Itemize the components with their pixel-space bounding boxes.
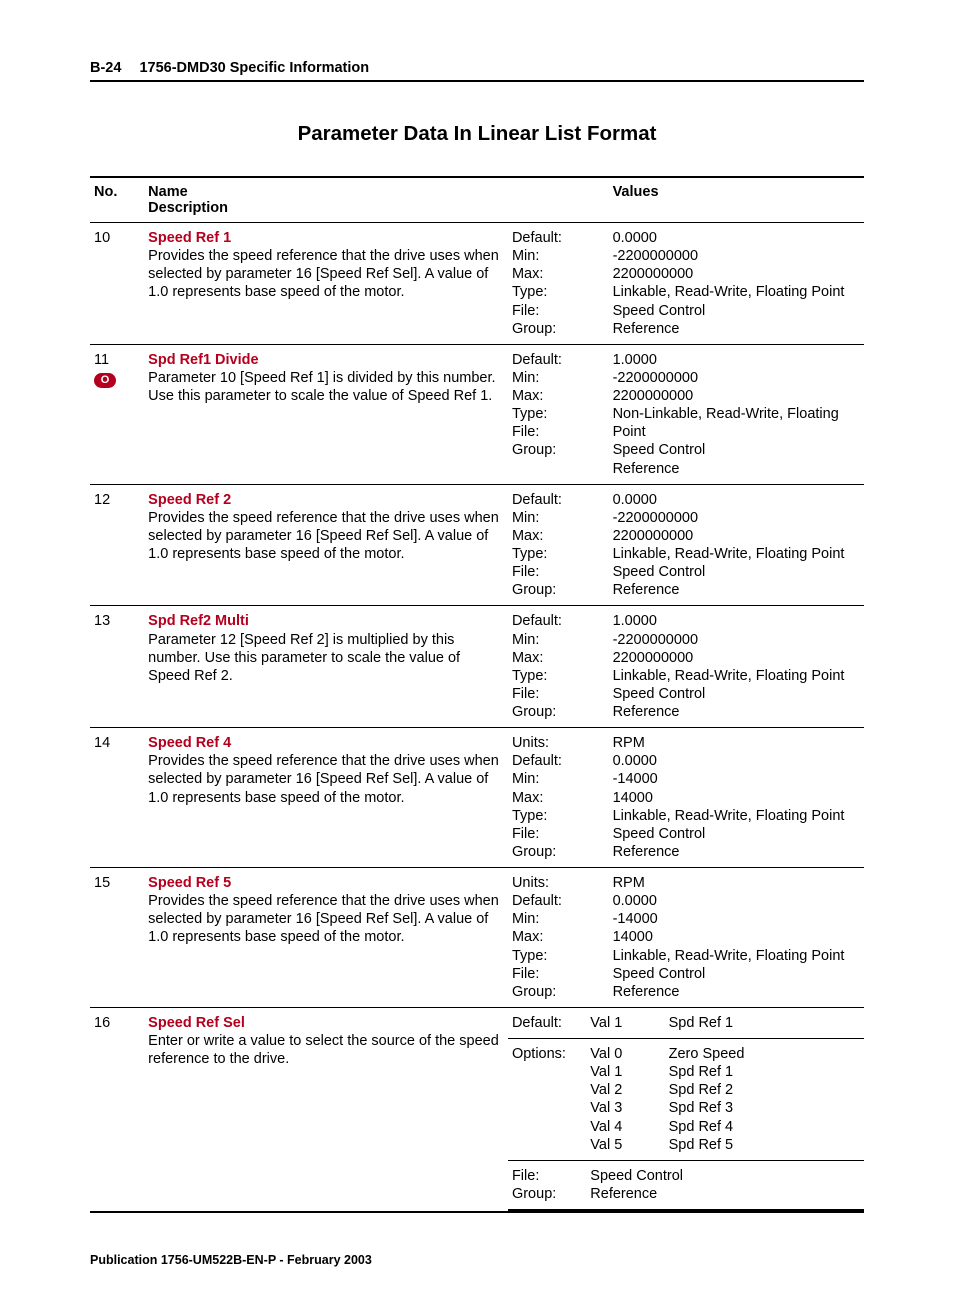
cell-no: 12 — [90, 484, 144, 606]
options-key: Options: — [508, 1039, 586, 1161]
cell-keys: Default:Min:Max:Type:File:Group: — [508, 223, 609, 345]
cell-desc: Speed Ref SelEnter or write a value to s… — [144, 1007, 508, 1212]
param-desc: Parameter 12 [Speed Ref 2] is multiplied… — [148, 631, 502, 685]
table-row: 12Speed Ref 2Provides the speed referenc… — [90, 484, 864, 606]
cell-desc: Speed Ref 5Provides the speed reference … — [144, 868, 508, 1008]
param-desc: Provides the speed reference that the dr… — [148, 752, 502, 806]
param-name: Speed Ref 5 — [148, 874, 502, 892]
param-desc: Provides the speed reference that the dr… — [148, 509, 502, 563]
footer: Publication 1756-UM522B-EN-P - February … — [90, 1253, 864, 1267]
options-val2: Zero SpeedSpd Ref 1Spd Ref 2Spd Ref 3Spd… — [665, 1039, 864, 1161]
cell-desc: Speed Ref 2Provides the speed reference … — [144, 484, 508, 606]
parameter-table: No. Name Description Values 10Speed Ref … — [90, 176, 864, 1213]
col-no: No. — [90, 177, 144, 223]
param-name: Speed Ref 4 — [148, 734, 502, 752]
table-row: 16Speed Ref SelEnter or write a value to… — [90, 1007, 864, 1212]
param-name: Spd Ref1 Divide — [148, 351, 502, 369]
param-name: Speed Ref Sel — [148, 1014, 502, 1032]
page-header: B-24 1756-DMD30 Specific Information — [90, 60, 864, 82]
cell-no: 16 — [90, 1007, 144, 1212]
default-key: Default: — [508, 1008, 586, 1039]
table-row: 14Speed Ref 4Provides the speed referenc… — [90, 728, 864, 868]
param-desc: Parameter 10 [Speed Ref 1] is divided by… — [148, 369, 502, 405]
col-values: Values — [609, 177, 864, 223]
table-row: 13Spd Ref2 MultiParameter 12 [Speed Ref … — [90, 606, 864, 728]
o-icon: O — [94, 373, 116, 388]
cell-no: 15 — [90, 868, 144, 1008]
cell-desc: Spd Ref1 DivideParameter 10 [Speed Ref 1… — [144, 344, 508, 484]
cell-desc: Speed Ref 1Provides the speed reference … — [144, 223, 508, 345]
cell-vals: 0.0000-22000000002200000000Linkable, Rea… — [609, 484, 864, 606]
cell-desc: Spd Ref2 MultiParameter 12 [Speed Ref 2]… — [144, 606, 508, 728]
cell-keys: Units:Default:Min:Max:Type:File:Group: — [508, 868, 609, 1008]
cell-keys: Units:Default:Min:Max:Type:File:Group: — [508, 728, 609, 868]
filegroup-key: File:Group: — [508, 1160, 586, 1210]
cell-keys: Default:Min:Max:Type:File:Group: — [508, 606, 609, 728]
default-val1: Val 1 — [586, 1008, 664, 1039]
cell-vals: 0.0000-22000000002200000000Linkable, Rea… — [609, 223, 864, 345]
param-desc: Provides the speed reference that the dr… — [148, 892, 502, 946]
cell-no: 13 — [90, 606, 144, 728]
page-number: B-24 — [90, 60, 121, 76]
header-title: 1756-DMD30 Specific Information — [139, 60, 369, 76]
cell-desc: Speed Ref 4Provides the speed reference … — [144, 728, 508, 868]
cell-no: 11O — [90, 344, 144, 484]
default-val2: Spd Ref 1 — [665, 1008, 864, 1039]
param-name: Speed Ref 2 — [148, 491, 502, 509]
cell-vals: RPM0.0000-1400014000Linkable, Read-Write… — [609, 868, 864, 1008]
table-row: 15Speed Ref 5Provides the speed referenc… — [90, 868, 864, 1008]
cell-keys: Default:Min:Max:Type:File:Group: — [508, 344, 609, 484]
table-row: 11OSpd Ref1 DivideParameter 10 [Speed Re… — [90, 344, 864, 484]
options-val1: Val 0Val 1Val 2Val 3Val 4Val 5 — [586, 1039, 664, 1161]
param-name: Spd Ref2 Multi — [148, 612, 502, 630]
param-desc: Enter or write a value to select the sou… — [148, 1032, 502, 1068]
param-desc: Provides the speed reference that the dr… — [148, 247, 502, 301]
param-name: Speed Ref 1 — [148, 229, 502, 247]
filegroup-val: Speed ControlReference — [586, 1160, 864, 1210]
cell-values-composite: Default:Val 1Spd Ref 1 Options:Val 0Val 1… — [508, 1007, 864, 1212]
cell-no: 14 — [90, 728, 144, 868]
main-title: Parameter Data In Linear List Format — [90, 122, 864, 146]
cell-no: 10 — [90, 223, 144, 345]
cell-keys: Default:Min:Max:Type:File:Group: — [508, 484, 609, 606]
col-name-desc: Name Description — [144, 177, 508, 223]
cell-vals: 1.0000-22000000002200000000Non-Linkable,… — [609, 344, 864, 484]
table-row: 10Speed Ref 1Provides the speed referenc… — [90, 223, 864, 345]
cell-vals: 1.0000-22000000002200000000Linkable, Rea… — [609, 606, 864, 728]
cell-vals: RPM0.0000-1400014000Linkable, Read-Write… — [609, 728, 864, 868]
